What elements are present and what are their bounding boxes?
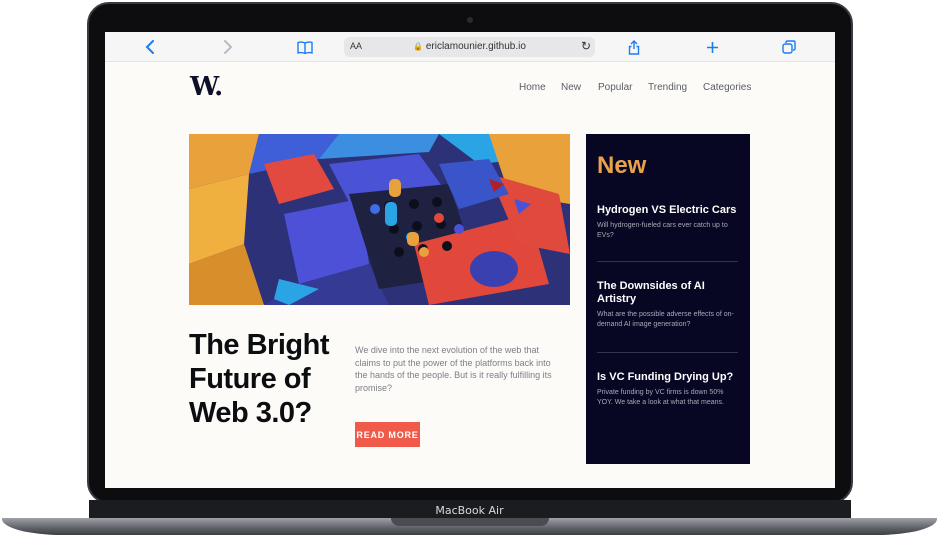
browser-toolbar: AA 🔒 ericlamounier.github.io ↻ (105, 32, 835, 62)
nav-trending[interactable]: Trending (648, 82, 687, 93)
url-text[interactable]: 🔒 ericlamounier.github.io (344, 41, 595, 52)
new-article-desc: Will hydrogen-fueled cars ever catch up … (597, 222, 728, 239)
back-icon[interactable] (139, 38, 161, 56)
nav-home[interactable]: Home (519, 82, 546, 93)
divider (597, 261, 738, 262)
nav-popular[interactable]: Popular (598, 82, 632, 93)
site-logo[interactable]: W. (190, 72, 223, 102)
new-article-title[interactable]: The Downsides of AI Artistry (597, 280, 739, 306)
nav-categories[interactable]: Categories (703, 82, 751, 93)
new-article-item[interactable]: The Downsides of AI Artistry What are th… (597, 280, 739, 329)
forward-icon[interactable] (217, 38, 239, 56)
share-icon[interactable] (623, 38, 645, 56)
nav-new[interactable]: New (561, 82, 581, 93)
read-more-button[interactable]: READ MORE (355, 422, 420, 447)
address-bar[interactable]: AA 🔒 ericlamounier.github.io ↻ (344, 37, 595, 57)
url-label: ericlamounier.github.io (425, 41, 526, 52)
new-articles-panel: New Hydrogen VS Electric Cars Will hydro… (586, 134, 750, 464)
lock-icon: 🔒 (413, 42, 424, 51)
new-article-item[interactable]: Is VC Funding Drying Up? Private funding… (597, 371, 739, 407)
new-article-desc: What are the possible adverse effects of… (597, 311, 734, 328)
new-article-title[interactable]: Is VC Funding Drying Up? (597, 371, 739, 384)
bookmarks-icon[interactable] (294, 38, 316, 56)
hero-image (189, 134, 570, 305)
reload-icon[interactable]: ↻ (581, 39, 591, 53)
new-article-item[interactable]: Hydrogen VS Electric Cars Will hydrogen-… (597, 204, 739, 240)
hero-blurb: We dive into the next evolution of the w… (355, 345, 552, 393)
new-article-desc: Private funding by VC firms is down 50% … (597, 389, 724, 406)
new-article-title[interactable]: Hydrogen VS Electric Cars (597, 204, 739, 217)
tabs-icon[interactable] (778, 38, 800, 56)
divider (597, 352, 738, 353)
laptop-notch (391, 518, 549, 526)
browser-screen: AA 🔒 ericlamounier.github.io ↻ W. Home N… (105, 32, 835, 488)
device-label: MacBook Air (435, 504, 504, 517)
new-panel-title: New (597, 152, 647, 179)
new-tab-icon[interactable] (701, 38, 723, 56)
hero-headline: The Bright Future of Web 3.0? (189, 329, 330, 429)
camera-icon (467, 17, 473, 23)
